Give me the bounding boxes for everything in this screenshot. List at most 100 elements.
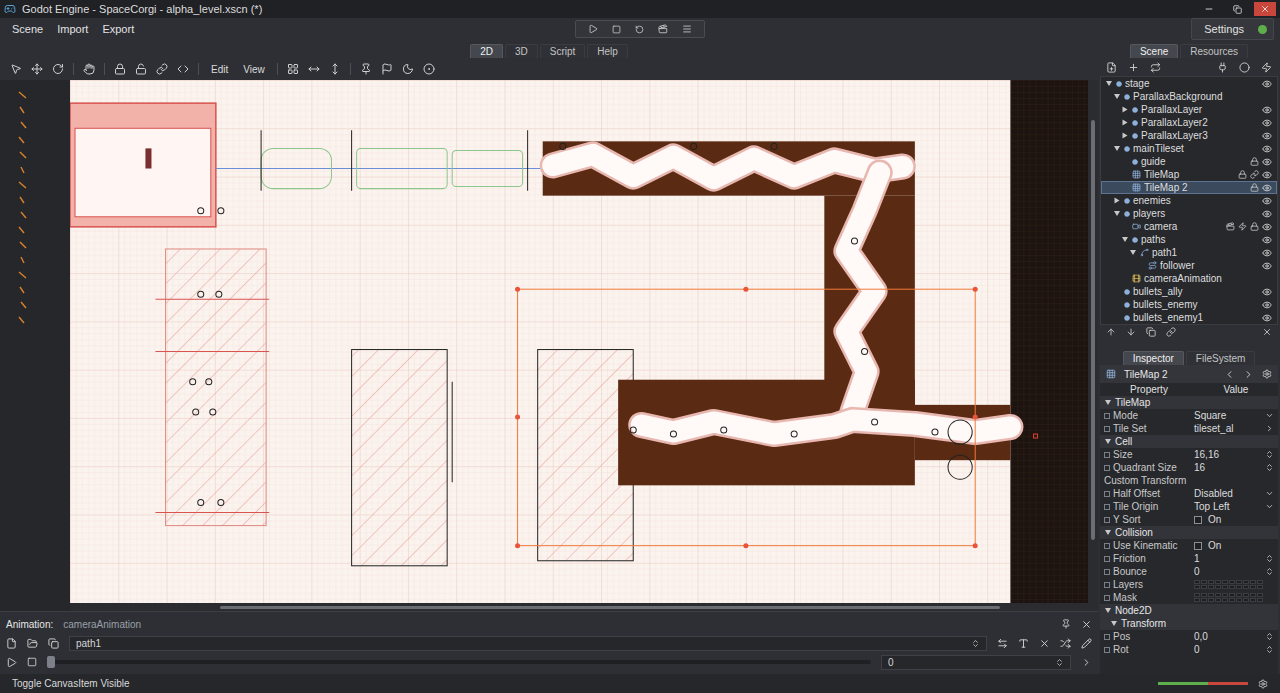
property-value[interactable]: Top Left — [1194, 501, 1278, 513]
expand-arrow-icon[interactable] — [1123, 185, 1128, 191]
layer-bit[interactable] — [1243, 598, 1249, 602]
stop-icon[interactable] — [612, 25, 621, 34]
expand-arrow-icon[interactable] — [1115, 289, 1120, 295]
timeline-slider[interactable] — [47, 660, 871, 664]
close-icon[interactable] — [1260, 4, 1270, 14]
expand-arrow-icon[interactable] — [1111, 621, 1117, 626]
lock-icon[interactable] — [1250, 222, 1259, 231]
inspector-tab[interactable]: FileSystem — [1186, 351, 1255, 365]
settings-button[interactable]: Settings — [1191, 18, 1274, 40]
spinner-icon[interactable] — [1265, 463, 1274, 472]
expand-arrow-icon[interactable] — [1123, 276, 1128, 282]
grid-icon[interactable] — [287, 63, 299, 75]
group-icon[interactable] — [156, 63, 168, 75]
autoplay-icon[interactable] — [1060, 638, 1071, 649]
layer-bit[interactable] — [1229, 585, 1235, 589]
scene-tree-item[interactable]: ParallaxLayer2 — [1101, 116, 1277, 129]
scene-tree-item[interactable]: ParallaxBackground — [1101, 90, 1277, 103]
scene-tree-item[interactable]: ParallaxLayer — [1101, 103, 1277, 116]
eye-icon[interactable] — [1262, 287, 1272, 297]
expand-arrow-icon[interactable] — [1114, 146, 1120, 151]
layer-bit[interactable] — [1201, 598, 1207, 602]
minimize-button[interactable] — [1198, 2, 1220, 16]
dock-tab[interactable]: Scene — [1130, 44, 1178, 58]
property-value[interactable]: On — [1194, 514, 1278, 526]
expand-arrow-icon[interactable] — [1123, 224, 1128, 230]
eye-icon[interactable] — [1262, 261, 1272, 271]
expand-arrow-icon[interactable] — [1105, 400, 1111, 405]
property-value[interactable] — [1194, 593, 1278, 602]
layer-bit[interactable] — [1215, 580, 1221, 584]
select-tool-icon[interactable] — [10, 63, 22, 75]
close-button[interactable] — [1254, 2, 1276, 16]
move-down-icon[interactable] — [1126, 327, 1136, 337]
layer-bit[interactable] — [1257, 598, 1263, 602]
layer-bit[interactable] — [1243, 580, 1249, 584]
layer-bit[interactable] — [1194, 593, 1200, 597]
property-value[interactable]: 16 — [1194, 462, 1278, 474]
property-value[interactable]: Disabled — [1194, 488, 1278, 500]
layer-bit[interactable] — [1243, 593, 1249, 597]
expand-arrow-icon[interactable] — [1139, 263, 1144, 269]
ungroup-icon[interactable] — [177, 63, 189, 75]
inspector-section[interactable]: TileMap — [1100, 396, 1278, 409]
close-icon[interactable] — [1081, 619, 1092, 630]
layer-bit[interactable] — [1229, 598, 1235, 602]
canvas-area[interactable] — [70, 80, 1088, 603]
layer-bit[interactable] — [1257, 585, 1263, 589]
layer-bit[interactable] — [1215, 585, 1221, 589]
layer-bit[interactable] — [1250, 598, 1256, 602]
reparent-icon[interactable] — [1166, 327, 1176, 337]
expand-arrow-icon[interactable] — [1123, 133, 1128, 139]
delete-icon[interactable] — [1262, 327, 1272, 337]
layer-bit[interactable] — [1201, 580, 1207, 584]
property-value[interactable]: 16,16 — [1194, 449, 1278, 461]
dropdown-icon[interactable] — [1265, 489, 1274, 498]
pan-tool-icon[interactable] — [83, 63, 95, 75]
expand-arrow-icon[interactable] — [1114, 211, 1120, 216]
property-value[interactable]: 0 — [1194, 566, 1278, 578]
play-icon[interactable] — [588, 24, 598, 34]
eye-icon[interactable] — [1262, 144, 1272, 154]
spinner-icon[interactable] — [1265, 554, 1274, 563]
scene-tree-item[interactable]: bullets_ally — [1101, 285, 1277, 298]
layer-bit[interactable] — [1257, 593, 1263, 597]
toolbar-menu[interactable]: View — [240, 64, 268, 75]
layer-bit[interactable] — [1257, 580, 1263, 584]
keyframe-icon[interactable] — [381, 63, 393, 75]
blend-icon[interactable] — [997, 638, 1008, 649]
scene-tree-item[interactable]: TileMap 2 — [1101, 181, 1277, 194]
spinner-icon[interactable] — [1265, 632, 1274, 641]
resource-arrow-icon[interactable] — [1265, 424, 1274, 433]
inspector-tab[interactable]: Inspector — [1123, 351, 1184, 365]
property-value[interactable]: tileset_al — [1194, 423, 1278, 435]
eye-icon[interactable] — [1262, 300, 1272, 310]
unlock-icon[interactable] — [135, 63, 147, 75]
spinner-icon[interactable] — [1055, 658, 1064, 667]
eye-icon[interactable] — [1262, 105, 1272, 115]
eye-icon[interactable] — [1262, 313, 1272, 323]
layer-bit[interactable] — [1201, 585, 1207, 589]
edit-icon[interactable] — [1081, 638, 1092, 649]
menu-icon[interactable] — [682, 24, 692, 34]
layer-bit[interactable] — [1236, 593, 1242, 597]
eye-icon[interactable] — [1262, 131, 1272, 141]
spinner-icon[interactable] — [1265, 645, 1274, 654]
expand-arrow-icon[interactable] — [1106, 81, 1112, 86]
time-field[interactable]: 0 — [881, 655, 1071, 670]
layer-bit[interactable] — [1250, 580, 1256, 584]
layer-bit[interactable] — [1236, 580, 1242, 584]
property-value[interactable]: 0,0 — [1194, 631, 1278, 643]
menu-item[interactable]: Export — [96, 21, 140, 37]
scene-tree-item[interactable]: enemies — [1101, 194, 1277, 207]
group-icon[interactable] — [1250, 170, 1259, 179]
expand-arrow-icon[interactable] — [1123, 159, 1128, 165]
layer-grid[interactable] — [1194, 593, 1263, 602]
layer-bit[interactable] — [1236, 585, 1242, 589]
inspector-section[interactable]: Cell — [1100, 435, 1278, 448]
gear-icon[interactable] — [1258, 679, 1268, 689]
expand-arrow-icon[interactable] — [1114, 94, 1120, 99]
onion-skin-icon[interactable] — [402, 63, 414, 75]
stretch-horizontal-icon[interactable] — [308, 63, 320, 75]
rotate-tool-icon[interactable] — [52, 63, 64, 75]
